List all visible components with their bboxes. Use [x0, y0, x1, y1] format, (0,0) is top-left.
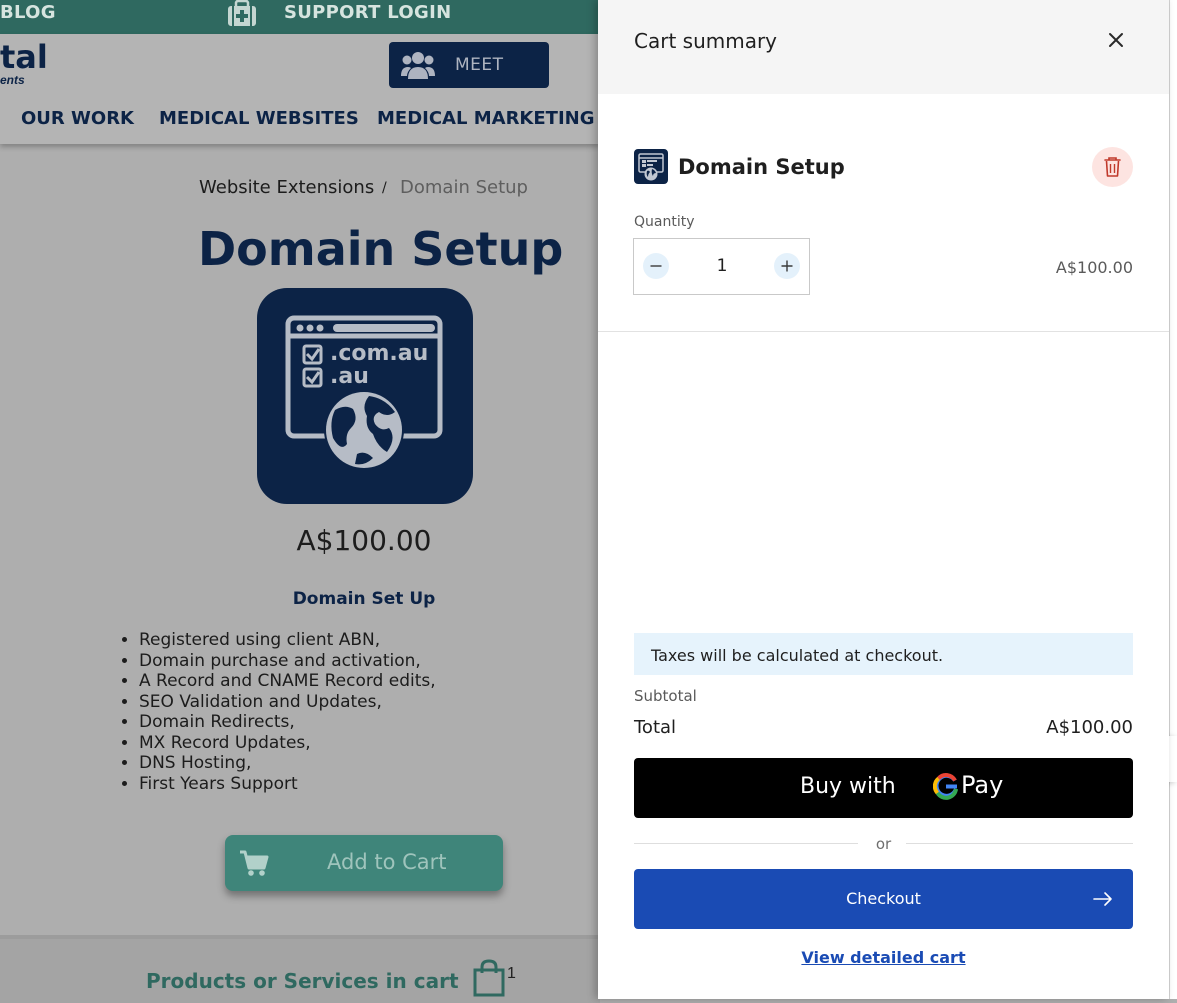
domain-browser-icon: [285, 315, 443, 470]
view-detailed-cart-link[interactable]: View detailed cart: [598, 948, 1169, 967]
arrow-right-icon: [1092, 889, 1114, 914]
google-pay-prefix: Buy with: [800, 774, 896, 799]
divider: [598, 331, 1169, 332]
subtotal-label: Subtotal: [634, 687, 697, 705]
list-item: First Years Support: [139, 774, 436, 795]
quantity-stepper: [633, 238, 810, 295]
add-to-cart-label: Add to Cart: [327, 850, 447, 874]
quantity-input[interactable]: [698, 256, 746, 276]
plus-icon: [781, 260, 793, 272]
increase-quantity-button[interactable]: [774, 253, 800, 279]
cart-status-label: Products or Services in cart: [146, 969, 459, 993]
product-features-list: Registered using client ABN, Domain purc…: [122, 630, 436, 794]
breadcrumb-current: Domain Setup: [400, 177, 528, 198]
team-icon: [401, 50, 435, 85]
list-item: Domain purchase and activation,: [139, 651, 436, 672]
scroll-edge: [1169, 0, 1177, 999]
cart-drawer: Cart summary Domain Setup Quantity 1 A$1…: [598, 0, 1169, 999]
or-label: or: [875, 835, 892, 853]
close-button[interactable]: [1103, 27, 1129, 53]
checkout-label: Checkout: [846, 889, 921, 908]
list-item: Registered using client ABN,: [139, 630, 436, 651]
domain-browser-icon: [638, 153, 664, 181]
minus-icon: [650, 265, 662, 267]
remove-item-button[interactable]: [1092, 147, 1133, 187]
support-login-link[interactable]: SUPPORT LOGIN: [284, 2, 451, 23]
cart-status-bar[interactable]: Products or Services in cart 1: [0, 935, 600, 1003]
product-title: Domain Setup: [198, 222, 564, 276]
google-pay-button[interactable]: Buy with Pay: [634, 758, 1133, 818]
site-logo-tagline: ents: [0, 73, 25, 87]
cart-title: Cart summary: [634, 29, 778, 53]
breadcrumb-parent-link[interactable]: Website Extensions: [199, 177, 374, 198]
tax-note: Taxes will be calculated at checkout.: [634, 633, 1133, 675]
blog-link[interactable]: BLOG: [0, 2, 56, 23]
quantity-label: Quantity: [634, 214, 695, 230]
nav-our-work[interactable]: OUR WORK: [21, 108, 134, 129]
list-item: SEO Validation and Updates,: [139, 692, 436, 713]
image-text-com-au: .com.au: [330, 341, 429, 366]
shopping-bag-icon: [473, 959, 505, 1002]
google-pay-brand: Pay: [961, 771, 1004, 799]
google-g-icon: [932, 772, 959, 805]
decrease-quantity-button[interactable]: [643, 253, 669, 279]
cart-icon: [239, 849, 269, 882]
cart-drawer-header: Cart summary: [598, 0, 1169, 94]
total-value: A$100.00: [1046, 717, 1133, 738]
meet-button-label: MEET: [455, 55, 504, 75]
image-text-au: .au: [330, 364, 369, 389]
cart-item-price: A$100.00: [1055, 258, 1133, 277]
product-image: .com.au .au: [257, 288, 473, 504]
total-label: Total: [634, 717, 677, 738]
add-to-cart-button[interactable]: Add to Cart: [225, 835, 503, 891]
or-divider-right: [906, 843, 1133, 844]
list-item: Domain Redirects,: [139, 712, 436, 733]
nav-medical-websites[interactable]: MEDICAL WEBSITES: [159, 108, 359, 129]
nav-medical-marketing[interactable]: MEDICAL MARKETING: [377, 108, 595, 129]
top-bar: BLOG SUPPORT LOGIN: [0, 0, 600, 34]
trash-icon: [1104, 157, 1121, 177]
breadcrumb-separator: /: [382, 180, 387, 196]
site-logo[interactable]: tal: [0, 38, 48, 76]
cart-count: 1: [507, 965, 516, 982]
cart-item-thumbnail: [634, 149, 668, 184]
list-item: MX Record Updates,: [139, 733, 436, 754]
list-item: A Record and CNAME Record edits,: [139, 671, 436, 692]
checkout-button[interactable]: Checkout: [634, 869, 1133, 929]
meet-button[interactable]: MEET: [389, 42, 549, 88]
medical-kit-icon: [226, 0, 258, 33]
list-item: DNS Hosting,: [139, 753, 436, 774]
close-icon: [1109, 33, 1123, 47]
cart-item-name: Domain Setup: [678, 155, 845, 179]
